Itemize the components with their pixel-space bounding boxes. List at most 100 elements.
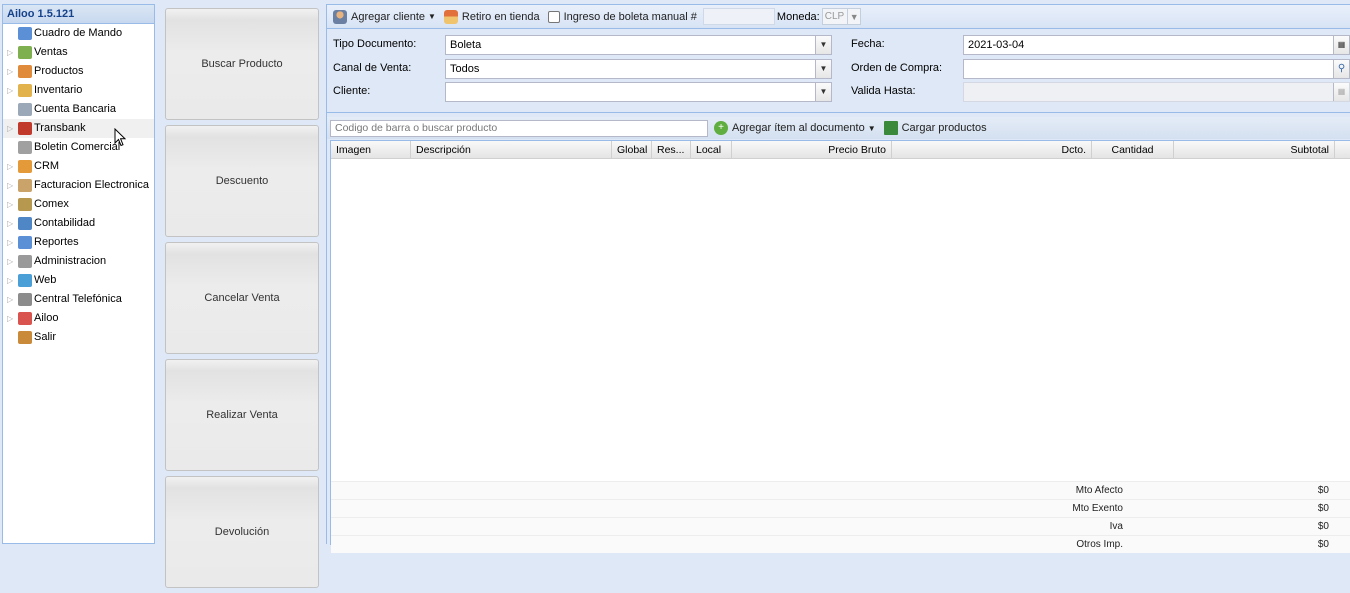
total-label: Otros Imp. — [1076, 539, 1123, 550]
total-row: Mto Afecto $0 — [331, 481, 1350, 499]
manual-receipt-toggle[interactable]: Ingreso de boleta manual # — [547, 10, 697, 23]
sidebar-item-label: Reportes — [34, 236, 79, 248]
column-header-subtotal[interactable]: Subtotal — [1174, 141, 1335, 159]
store-pickup-button[interactable]: Retiro en tienda — [443, 9, 540, 24]
sidebar-item[interactable]: ▷ Central Telefónica — [3, 290, 154, 309]
valid-until-field: ▦ — [963, 82, 1350, 102]
sidebar-item[interactable]: ▷ Reportes — [3, 233, 154, 252]
currency-select[interactable]: CLP ▼ — [821, 8, 862, 25]
sidebar-item[interactable]: ▷ Comex — [3, 195, 154, 214]
sidebar-item[interactable]: ▷ Ventas — [3, 43, 154, 62]
column-header-quantity[interactable]: Cantidad — [1092, 141, 1174, 159]
cancel-sale-button[interactable]: Cancelar Venta — [165, 242, 319, 354]
document-header-form: Tipo Documento: Boleta ▼ Canal de Venta:… — [327, 29, 1350, 113]
expand-arrow-icon[interactable]: ▷ — [7, 290, 13, 309]
chevron-down-icon: ▼ — [815, 60, 831, 78]
expand-arrow-icon[interactable]: ▷ — [7, 309, 13, 328]
sidebar-item-label: Ventas — [34, 46, 68, 58]
column-header-global[interactable]: Global — [612, 141, 652, 159]
sidebar-item-label: Inventario — [34, 84, 83, 96]
add-client-label: Agregar cliente — [351, 10, 425, 23]
sidebar-item[interactable]: ▷ Facturacion Electronica — [3, 176, 154, 195]
calendar-icon: ▦ — [1333, 83, 1349, 101]
bulletin-icon — [18, 141, 32, 154]
doc-type-select[interactable]: Boleta ▼ — [445, 35, 832, 55]
sidebar-item[interactable]: ▷ CRM — [3, 157, 154, 176]
expand-arrow-icon[interactable]: ▷ — [7, 252, 13, 271]
chevron-down-icon: ▼ — [847, 9, 860, 24]
search-icon[interactable]: ⚲ — [1333, 60, 1349, 78]
column-header-local[interactable]: Local — [691, 141, 732, 159]
discount-button[interactable]: Descuento — [165, 125, 319, 237]
product-search-input[interactable]: Codigo de barra o buscar producto — [330, 119, 708, 137]
add-client-button[interactable]: Agregar cliente ▼ — [333, 9, 436, 24]
channel-select[interactable]: Todos ▼ — [445, 59, 832, 79]
grid-header: Imagen Descripción Global Res... Local P… — [331, 141, 1350, 159]
total-value: $0 — [1317, 485, 1329, 496]
column-header-reserved[interactable]: Res... — [652, 141, 691, 159]
sidebar-item[interactable]: ▷ Inventario — [3, 81, 154, 100]
total-label: Iva — [1109, 521, 1123, 532]
total-row: Mto Exento $0 — [331, 499, 1350, 517]
make-sale-button[interactable]: Realizar Venta — [165, 359, 319, 471]
total-row: Otros Imp. $0 — [331, 535, 1350, 553]
column-header-gross-price[interactable]: Precio Bruto — [732, 141, 892, 159]
web-globe-icon — [18, 274, 32, 287]
expand-arrow-icon[interactable]: ▷ — [7, 233, 13, 252]
sidebar-item[interactable]: Cuenta Bancaria — [3, 100, 154, 119]
client-combo[interactable]: ▼ — [445, 82, 832, 102]
currency-value: CLP — [824, 11, 845, 22]
sidebar-item[interactable]: ▷ Ailoo — [3, 309, 154, 328]
manual-receipt-number-input[interactable] — [702, 8, 775, 25]
transbank-icon — [18, 122, 32, 135]
add-item-button[interactable]: + Agregar ítem al documento ▼ — [714, 121, 876, 135]
sidebar-item[interactable]: ▷ Productos — [3, 62, 154, 81]
search-product-button[interactable]: Buscar Producto — [165, 8, 319, 120]
accounting-icon — [18, 217, 32, 230]
mouse-cursor-icon — [114, 128, 127, 147]
sale-document-panel: Agregar cliente ▼ Retiro en tienda Ingre… — [326, 4, 1350, 553]
refund-button[interactable]: Devolución — [165, 476, 319, 588]
sidebar-item[interactable]: Cuadro de Mando — [3, 24, 154, 43]
column-header-description[interactable]: Descripción — [411, 141, 612, 159]
expand-arrow-icon[interactable]: ▷ — [7, 176, 13, 195]
sidebar-item-label: Ailoo — [34, 312, 59, 324]
load-products-button[interactable]: Cargar productos — [883, 121, 987, 135]
add-circle-icon: + — [714, 121, 728, 135]
column-header-image[interactable]: Imagen — [331, 141, 411, 159]
expand-arrow-icon[interactable]: ▷ — [7, 214, 13, 233]
invoice-icon — [18, 179, 32, 192]
expand-arrow-icon[interactable]: ▷ — [7, 157, 13, 176]
expand-arrow-icon[interactable]: ▷ — [7, 81, 13, 100]
total-label: Mto Afecto — [1075, 485, 1123, 496]
sidebar-item[interactable]: ▷ Contabilidad — [3, 214, 154, 233]
manual-receipt-checkbox[interactable] — [547, 10, 560, 23]
sidebar-item[interactable]: ▷ Transbank — [3, 119, 154, 138]
sidebar-item[interactable]: Boletin Comercial — [3, 138, 154, 157]
sidebar-item[interactable]: Salir — [3, 328, 154, 347]
expand-arrow-icon[interactable]: ▷ — [7, 119, 13, 138]
channel-label: Canal de Venta: — [333, 62, 412, 74]
bank-icon — [18, 103, 32, 116]
valid-until-label: Valida Hasta: — [851, 85, 916, 97]
date-field[interactable]: 2021-03-04 ▦ — [963, 35, 1350, 55]
sidebar-item[interactable]: ▷ Administracion — [3, 252, 154, 271]
sidebar-item-label: Facturacion Electronica — [34, 179, 149, 191]
expand-arrow-icon[interactable]: ▷ — [7, 62, 13, 81]
column-header-discount[interactable]: Dcto. — [892, 141, 1092, 159]
excel-icon — [883, 121, 898, 135]
sidebar-item[interactable]: ▷ Web — [3, 271, 154, 290]
total-label: Mto Exento — [1072, 503, 1123, 514]
date-value: 2021-03-04 — [968, 39, 1025, 51]
purchase-order-field[interactable]: ⚲ — [963, 59, 1350, 79]
expand-arrow-icon[interactable]: ▷ — [7, 195, 13, 214]
sidebar-item-label: Salir — [34, 331, 57, 343]
expand-arrow-icon[interactable]: ▷ — [7, 43, 13, 62]
products-icon — [18, 65, 32, 78]
sidebar-item-label: Web — [34, 274, 57, 286]
expand-arrow-icon[interactable]: ▷ — [7, 271, 13, 290]
nav-tree: Cuadro de Mando ▷ Ventas ▷ Productos ▷ Inventa… — [3, 24, 154, 347]
calendar-icon[interactable]: ▦ — [1333, 36, 1349, 54]
reports-icon — [18, 236, 32, 249]
chevron-down-icon: ▼ — [867, 123, 876, 133]
